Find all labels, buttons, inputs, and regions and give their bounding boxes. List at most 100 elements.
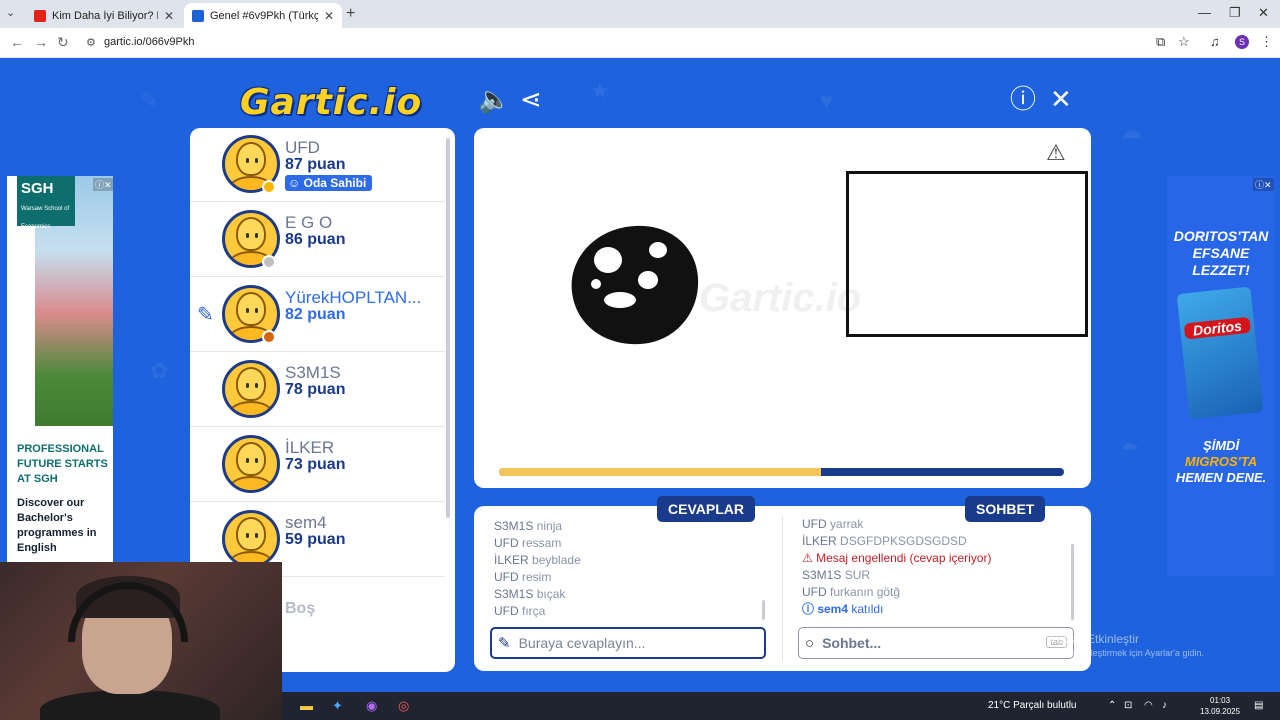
new-tab-plus-icon[interactable]: + — [346, 5, 355, 23]
close-tab-icon[interactable]: ✕ — [324, 9, 334, 23]
tray-chevron-icon[interactable]: ⌃ — [1108, 700, 1116, 711]
install-app-icon[interactable]: ⧉ — [1156, 34, 1165, 50]
obs-recording-icon[interactable]: ◎ — [398, 698, 409, 714]
youtube-icon — [34, 9, 46, 22]
chat-message: UFD yarrak — [802, 517, 864, 531]
player-row-drawing[interactable]: ✎ YürekHOPLTAN... 82 puan — [190, 278, 445, 352]
chat-message: S3M1S SUR — [802, 568, 871, 582]
chat-input[interactable] — [822, 635, 1043, 651]
forward-arrow-icon[interactable]: → — [34, 34, 48, 50]
round-timer-fill — [499, 468, 822, 476]
close-tab-icon[interactable]: ✕ — [164, 9, 174, 23]
address-bar[interactable]: gartic.io/066v9Pkh — [104, 36, 195, 48]
tab-search-chevron-icon[interactable]: ⌄ — [6, 6, 15, 19]
discord-icon[interactable]: ◉ — [366, 698, 377, 714]
chat-blocked-message: ⚠ Mesaj engellendi (cevap içeriyor) — [802, 551, 992, 565]
right-advertisement[interactable]: ⓘ✕ DORITOS'TAN EFSANE LEZZET! Doritos Şİ… — [1167, 176, 1275, 576]
player-list-scrollbar[interactable] — [446, 138, 450, 518]
player-avatar — [222, 510, 280, 568]
player-name: S3M1S — [285, 363, 341, 382]
ad-choices-icon[interactable]: ⓘ✕ — [93, 178, 113, 191]
chat-scrollbar[interactable] — [1071, 544, 1074, 620]
bookmark-star-icon[interactable]: ☆ — [1178, 34, 1190, 50]
weather-widget[interactable]: 21°C Parçalı bulutlu — [988, 700, 1077, 711]
column-divider — [782, 516, 783, 661]
webcam-person-shirt — [40, 690, 220, 720]
ad-body-text: Discover our Bachelor's programmes in En… — [17, 497, 97, 554]
minimize-window-icon[interactable]: — — [1198, 5, 1211, 20]
player-status-dot — [262, 255, 276, 269]
taskbar-clock[interactable]: 01:03 13.09.2025 — [1200, 695, 1240, 717]
player-row[interactable]: E G O 86 puan — [190, 203, 445, 277]
restore-window-icon[interactable]: ❐ — [1229, 5, 1241, 21]
report-warning-icon[interactable]: ⚠ — [1046, 140, 1066, 166]
player-score: 82 puan — [285, 306, 346, 323]
drawn-rectangle — [846, 171, 1088, 337]
tray-network-icon[interactable]: ⊡ — [1124, 700, 1132, 711]
left-advertisement[interactable]: SGH Warsaw School of Economics ⓘ✕ PROFES… — [7, 176, 113, 562]
owner-face-icon: ☺ — [288, 176, 301, 190]
answers-list: S3M1S ninja UFD ressam İLKER beyblade UF… — [494, 518, 581, 620]
browser-tab-strip: ⌄ Kim Daha İyi Biliyor? EA SPORTS FC ✕ G… — [0, 0, 1280, 28]
answers-chat-panel: CEVAPLAR SOHBET S3M1S ninja UFD ressam İ… — [474, 496, 1091, 671]
player-row[interactable]: S3M1S 78 puan — [190, 353, 445, 427]
chip-bag-image: Doritos — [1176, 286, 1264, 420]
empty-player-slot: Boş — [285, 600, 316, 617]
browser-menu-icon[interactable]: ⋮ — [1260, 34, 1273, 50]
answer-input-box[interactable]: ✎ — [490, 627, 766, 659]
browser-tab-youtube[interactable]: Kim Daha İyi Biliyor? EA SPORTS FC ✕ — [26, 3, 182, 28]
chat-list: UFD yarrak İLKER DSGFDPKSGDSGDSD ⚠ Mesaj… — [802, 516, 992, 618]
player-row[interactable]: UFD 87 puan ☺ Oda Sahibi — [190, 128, 445, 202]
player-score: 73 puan — [285, 456, 346, 473]
sound-volume-icon[interactable]: 🔈 — [478, 86, 510, 112]
player-name: UFD — [285, 138, 320, 157]
background-doodle-icon: ✿ — [150, 358, 169, 383]
player-score: 86 puan — [285, 231, 346, 248]
player-score: 78 puan — [285, 381, 346, 398]
drawing-canvas[interactable]: Gartic.io ⚠ — [474, 128, 1091, 488]
doritos-logo: Doritos — [1183, 316, 1252, 340]
answer-item: UFD fırça — [494, 604, 546, 618]
answer-item: S3M1S ninja — [494, 519, 563, 533]
back-arrow-icon[interactable]: ← — [10, 34, 24, 50]
background-doodle-icon: ♥ — [820, 88, 834, 113]
answer-input[interactable] — [518, 635, 739, 651]
browser-tab-gartic[interactable]: Genel #6v9Pkh (Türkçe) - Gartic.io ✕ — [184, 3, 342, 28]
share-icon[interactable]: ⋖ — [520, 86, 542, 112]
reload-icon[interactable]: ↻ — [57, 34, 69, 51]
chat-system-message: ⓘ sem4 katıldı — [802, 602, 884, 616]
ad-headline: DORITOS'TAN EFSANE LEZZET! — [1173, 228, 1269, 278]
settings-app-icon[interactable]: ✦ — [332, 698, 343, 714]
background-doodle-icon: ✎ — [140, 88, 159, 113]
site-settings-icon[interactable]: ⚙ — [86, 36, 96, 49]
tab-title: Kim Daha İyi Biliyor? EA SPORTS FC — [52, 9, 158, 22]
sgh-logo: SGH Warsaw School of Economics — [17, 176, 75, 230]
tab-title: Genel #6v9Pkh (Türkçe) - Gartic.io — [210, 9, 318, 22]
pencil-icon: ✎ — [498, 635, 511, 652]
media-controls-icon[interactable]: ♫ — [1210, 34, 1220, 49]
close-window-icon[interactable]: ✕ — [1258, 5, 1269, 21]
answer-item: UFD ressam — [494, 536, 562, 550]
player-avatar — [222, 435, 280, 493]
answers-scrollbar[interactable] — [762, 600, 765, 620]
info-icon[interactable]: ⓘ — [1010, 86, 1036, 112]
player-score: 59 puan — [285, 531, 346, 548]
ad-choices-icon[interactable]: ⓘ✕ — [1253, 178, 1274, 191]
tray-wifi-icon[interactable]: ◠ — [1144, 700, 1153, 711]
file-explorer-icon[interactable]: ▬ — [300, 698, 313, 713]
player-name: YürekHOPLTAN... — [285, 288, 422, 307]
chat-bubble-icon: ○ — [805, 634, 815, 652]
windows-activation-watermark: Windows'u Etkinleştir Windows'u etkinleş… — [1026, 632, 1204, 658]
gartic-watermark: Gartic.io — [699, 276, 862, 320]
gartic-logo: Gartic.io — [240, 82, 423, 123]
exit-close-icon[interactable]: ✕ — [1050, 86, 1072, 112]
player-name: E G O — [285, 213, 333, 232]
player-row[interactable]: İLKER 73 puan — [190, 428, 445, 502]
tray-volume-icon[interactable]: ♪ — [1162, 700, 1167, 711]
notifications-icon[interactable]: ▤ — [1254, 700, 1263, 711]
profile-avatar[interactable]: S — [1235, 35, 1249, 49]
chat-message: İLKER DSGFDPKSGDSGDSD — [802, 534, 967, 548]
background-doodle-icon: ☂ — [1120, 438, 1140, 463]
gartic-favicon-icon — [192, 9, 204, 22]
drawn-cookie-shape — [571, 225, 699, 345]
